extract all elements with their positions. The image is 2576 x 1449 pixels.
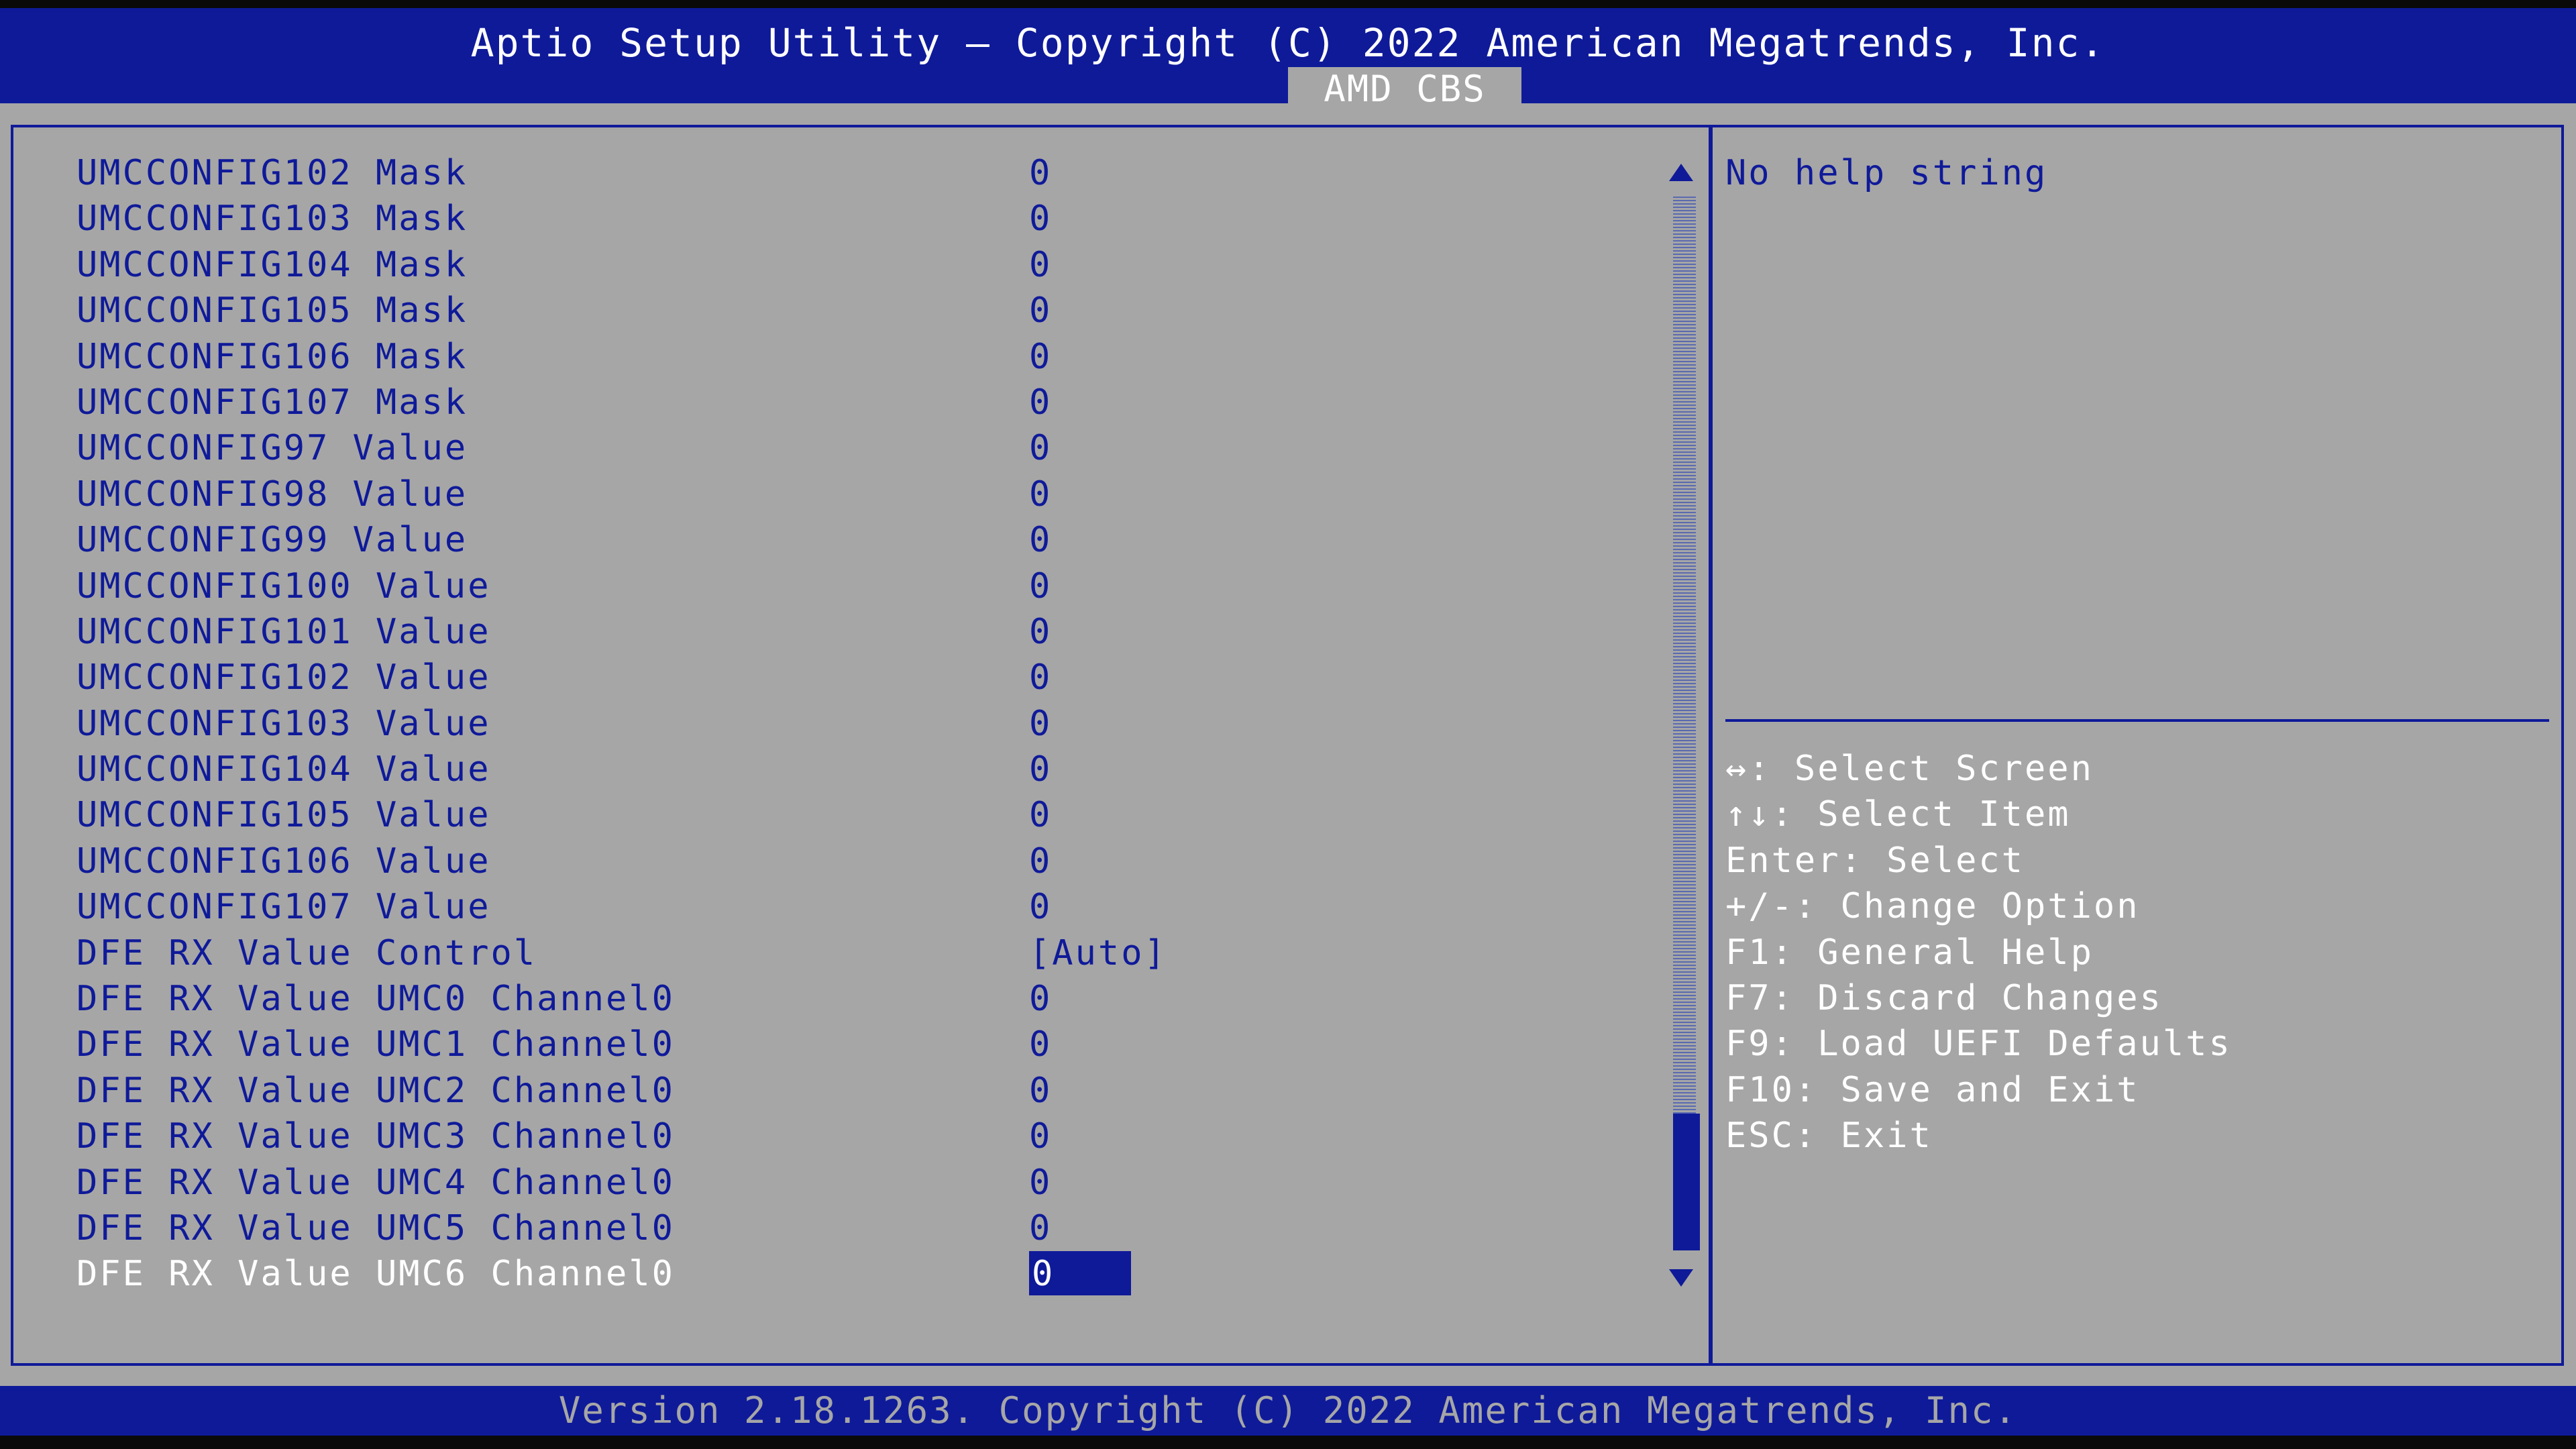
setting-label: UMCCONFIG103 Mask <box>76 199 468 239</box>
key-hint: ↑↓: Select Item <box>1725 794 2071 835</box>
setting-value[interactable]: 0 <box>1029 334 1052 380</box>
setting-label: DFE RX Value UMC2 Channel0 <box>76 1070 675 1111</box>
setting-value[interactable]: 0 <box>1029 1205 1052 1251</box>
key-hint: ↔: Select Screen <box>1725 749 2094 789</box>
setting-value[interactable]: 0 <box>1029 380 1052 425</box>
setting-value[interactable]: 0 <box>1029 792 1052 838</box>
setting-row[interactable]: DFE RX Value UMC1 Channel0 0 <box>76 1022 1619 1067</box>
key-hint: Enter: Select <box>1725 840 2025 881</box>
setting-label: UMCCONFIG107 Value <box>76 887 491 928</box>
setting-label: UMCCONFIG98 Value <box>76 474 468 515</box>
key-legend: ↔: Select Screen ↑↓: Select Item Enter: Se… <box>1725 746 2232 1159</box>
setting-row[interactable]: UMCCONFIG101 Value 0 <box>76 609 1619 655</box>
help-string: No help string <box>1725 153 2048 193</box>
setting-label: UMCCONFIG101 Value <box>76 611 491 652</box>
key-hint: ESC: Exit <box>1725 1116 1933 1157</box>
setting-row[interactable]: DFE RX Value Control [Auto] <box>76 930 1619 976</box>
setting-value[interactable]: 0 <box>1029 655 1052 700</box>
setting-row[interactable]: UMCCONFIG103 Value 0 <box>76 701 1619 747</box>
setting-label: UMCCONFIG105 Mask <box>76 290 468 331</box>
setting-value[interactable]: 0 <box>1029 701 1052 747</box>
setting-row[interactable]: DFE RX Value UMC2 Channel0 0 <box>76 1068 1619 1114</box>
setting-label: DFE RX Value UMC0 Channel0 <box>76 979 675 1020</box>
setting-row[interactable]: DFE RX Value UMC3 Channel0 0 <box>76 1114 1619 1159</box>
setting-row[interactable]: UMCCONFIG104 Mask 0 <box>76 242 1619 288</box>
settings-list: UMCCONFIG102 Mask 0 UMCCONFIG103 Mask 0 UMCC… <box>76 150 1619 1297</box>
setting-value[interactable]: 0 <box>1029 196 1052 241</box>
setting-value[interactable]: 0 <box>1029 517 1052 563</box>
scroll-up-arrow-icon[interactable] <box>1669 164 1693 181</box>
setting-label: UMCCONFIG102 Value <box>76 657 491 698</box>
setting-row[interactable]: UMCCONFIG107 Value 0 <box>76 884 1619 930</box>
setting-row[interactable]: UMCCONFIG99 Value 0 <box>76 517 1619 563</box>
setting-value[interactable]: 0 <box>1029 472 1052 517</box>
setting-label: UMCCONFIG103 Value <box>76 703 491 744</box>
setting-row[interactable]: UMCCONFIG97 Value 0 <box>76 425 1619 471</box>
setting-label: UMCCONFIG107 Mask <box>76 382 468 423</box>
title-bar: Aptio Setup Utility – Copyright (C) 2022… <box>0 8 2576 111</box>
setting-value[interactable]: 0 <box>1029 839 1052 884</box>
setting-label: DFE RX Value UMC4 Channel0 <box>76 1162 675 1203</box>
setting-row[interactable]: UMCCONFIG104 Value 0 <box>76 747 1619 792</box>
setting-row[interactable]: UMCCONFIG102 Mask 0 <box>76 150 1619 196</box>
setting-value[interactable]: 0 <box>1029 425 1052 471</box>
utility-title: Aptio Setup Utility – Copyright (C) 2022… <box>470 20 2106 66</box>
setting-label: UMCCONFIG100 Value <box>76 566 491 606</box>
setting-row[interactable]: DFE RX Value UMC0 Channel0 0 <box>76 976 1619 1022</box>
setting-label: UMCCONFIG106 Mask <box>76 336 468 377</box>
scrollbar-track[interactable] <box>1673 195 1696 1214</box>
setting-row[interactable]: UMCCONFIG103 Mask 0 <box>76 196 1619 241</box>
setting-label: UMCCONFIG104 Mask <box>76 244 468 285</box>
setting-value[interactable]: 0 <box>1029 976 1052 1022</box>
setting-value[interactable]: 0 <box>1029 884 1052 930</box>
setting-row[interactable]: UMCCONFIG106 Mask 0 <box>76 334 1619 380</box>
setting-row[interactable]: DFE RX Value UMC6 Channel0 0 <box>76 1251 1619 1297</box>
setting-value[interactable]: 0 <box>1029 609 1052 655</box>
help-separator <box>1725 719 2549 722</box>
setting-row[interactable]: UMCCONFIG100 Value 0 <box>76 564 1619 609</box>
setting-label: UMCCONFIG105 Value <box>76 795 491 836</box>
setting-label: UMCCONFIG106 Value <box>76 841 491 881</box>
setting-row[interactable]: DFE RX Value UMC4 Channel0 0 <box>76 1160 1619 1205</box>
setting-label: UMCCONFIG99 Value <box>76 520 468 561</box>
setting-row[interactable]: UMCCONFIG107 Mask 0 <box>76 380 1619 425</box>
setting-value[interactable]: 0 <box>1029 1160 1052 1205</box>
setting-value[interactable]: 0 <box>1029 564 1052 609</box>
setting-value[interactable]: 0 <box>1029 150 1052 196</box>
scroll-down-arrow-icon[interactable] <box>1669 1269 1693 1287</box>
setting-row[interactable]: UMCCONFIG106 Value 0 <box>76 839 1619 884</box>
setting-label: DFE RX Value UMC1 Channel0 <box>76 1024 675 1065</box>
setting-value[interactable]: 0 <box>1029 242 1052 288</box>
setting-value[interactable]: 0 <box>1029 1068 1052 1114</box>
key-hint: F10: Save and Exit <box>1725 1069 2140 1110</box>
setting-label: UMCCONFIG104 Value <box>76 749 491 790</box>
setting-label: UMCCONFIG97 Value <box>76 428 468 469</box>
setting-value[interactable]: 0 <box>1029 288 1052 333</box>
setting-label: DFE RX Value UMC3 Channel0 <box>76 1116 675 1157</box>
key-hint: F7: Discard Changes <box>1725 978 2163 1019</box>
setting-value[interactable]: [Auto] <box>1029 930 1167 976</box>
main-panel: UMCCONFIG102 Mask 0 UMCCONFIG103 Mask 0 UMCC… <box>0 103 2576 1386</box>
setting-row[interactable]: UMCCONFIG102 Value 0 <box>76 655 1619 700</box>
setting-label: UMCCONFIG102 Mask <box>76 153 468 193</box>
key-hint: +/-: Change Option <box>1725 886 2140 927</box>
key-hint: F1: General Help <box>1725 932 2094 973</box>
setting-value[interactable]: 0 <box>1029 1114 1052 1159</box>
scrollbar-thumb[interactable] <box>1673 1114 1700 1250</box>
panel-divider <box>1709 125 1713 1366</box>
key-hint: F9: Load UEFI Defaults <box>1725 1024 2232 1065</box>
setting-row[interactable]: UMCCONFIG98 Value 0 <box>76 472 1619 517</box>
version-text: Version 2.18.1263. Copyright (C) 2022 Am… <box>558 1389 2018 1432</box>
setting-label: DFE RX Value UMC5 Channel0 <box>76 1208 675 1248</box>
setting-value[interactable]: 0 <box>1029 747 1052 792</box>
setting-value[interactable]: 0 <box>1029 1251 1131 1296</box>
setting-value[interactable]: 0 <box>1029 1022 1052 1067</box>
setting-row[interactable]: UMCCONFIG105 Value 0 <box>76 792 1619 838</box>
setting-row[interactable]: UMCCONFIG105 Mask 0 <box>76 288 1619 333</box>
setting-label: DFE RX Value UMC6 Channel0 <box>76 1254 675 1295</box>
footer-bar: Version 2.18.1263. Copyright (C) 2022 Am… <box>0 1386 2576 1436</box>
setting-row[interactable]: DFE RX Value UMC5 Channel0 0 <box>76 1205 1619 1251</box>
setting-label: DFE RX Value Control <box>76 932 537 973</box>
